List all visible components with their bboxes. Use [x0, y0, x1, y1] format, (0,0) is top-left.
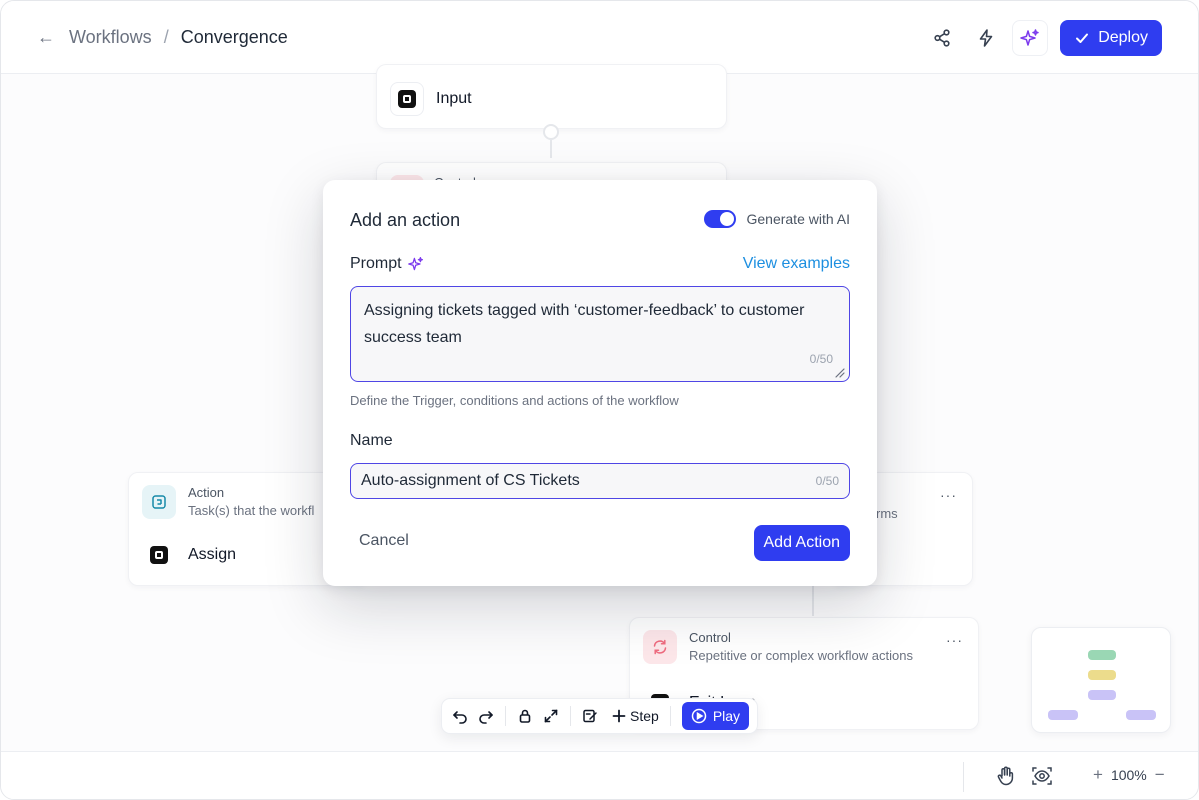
prompt-label: Prompt [350, 255, 424, 273]
pan-tool-button[interactable] [995, 765, 1017, 787]
add-action-modal: Add an action Generate with AI Prompt Vi… [323, 180, 877, 586]
name-char-counter: 0/50 [815, 474, 839, 488]
prompt-label-text: Prompt [350, 255, 402, 272]
add-step-button[interactable]: Step [608, 702, 663, 730]
add-step-label: Step [630, 708, 659, 724]
add-action-button[interactable]: Add Action [753, 525, 850, 561]
breadcrumb-workflows-link[interactable]: Workflows [69, 27, 152, 48]
app-window: ← Workflows / Convergence Deploy Input A… [0, 0, 1199, 800]
toggle-switch[interactable] [704, 210, 737, 228]
connector-line [812, 586, 814, 616]
prompt-char-counter: 0/50 [809, 352, 833, 366]
redo-icon [479, 711, 493, 724]
node-menu-icon[interactable]: ··· [940, 487, 957, 503]
zoom-out-icon[interactable]: − [1155, 765, 1165, 785]
prompt-value: Assigning tickets tagged with ‘customer-… [364, 302, 805, 346]
action-node-title: Action [188, 485, 225, 500]
action-node-item: Assign [188, 546, 237, 563]
bottom-status-bar: + 100% − [1, 751, 1198, 799]
action-type-icon [142, 485, 176, 519]
sparkle-icon [407, 256, 423, 271]
deploy-button[interactable]: Deploy [1060, 20, 1162, 56]
minimap-node [1126, 710, 1156, 720]
app-logo-icon [390, 82, 424, 116]
control-bottom-title: Control [689, 630, 731, 645]
play-icon [691, 708, 707, 724]
preview-button[interactable] [1031, 765, 1053, 787]
input-node-label: Input [436, 90, 472, 107]
eye-focus-icon [1032, 767, 1052, 785]
prompt-textarea[interactable]: Assigning tickets tagged with ‘customer-… [350, 286, 850, 382]
ai-assist-button[interactable] [1012, 20, 1049, 56]
play-button[interactable]: Play [681, 702, 750, 730]
generate-with-ai-label: Generate with AI [746, 211, 850, 227]
minimap-node [1088, 670, 1116, 680]
edit-note-icon [583, 709, 597, 723]
connector-line [550, 140, 552, 158]
connector-handle[interactable] [543, 124, 559, 140]
zoom-level: 100% [1110, 767, 1147, 783]
lock-icon [519, 709, 531, 723]
header-actions: Deploy [924, 20, 1162, 56]
lightning-icon [979, 29, 993, 47]
sparkle-icon [1020, 29, 1039, 46]
edit-button[interactable] [578, 702, 602, 730]
minimap-node [1088, 690, 1116, 700]
share-icon [934, 29, 950, 47]
generate-with-ai-toggle[interactable]: Generate with AI [704, 210, 850, 228]
name-input[interactable]: Auto-assignment of CS Tickets 0/50 [350, 463, 850, 499]
toolbar-divider [570, 706, 571, 726]
undo-icon [453, 711, 467, 724]
name-value: Auto-assignment of CS Tickets [361, 472, 580, 489]
fit-view-button[interactable] [539, 702, 563, 730]
breadcrumb-current-page: Convergence [180, 26, 288, 47]
undo-button[interactable] [448, 702, 472, 730]
view-examples-link[interactable]: View examples [743, 255, 850, 273]
control-bottom-subtitle: Repetitive or complex workflow actions [689, 648, 913, 663]
plus-icon [612, 709, 626, 723]
canvas-toolbar: Step Play [441, 698, 758, 734]
expand-icon [544, 709, 558, 723]
name-label: Name [350, 432, 393, 449]
deploy-label: Deploy [1098, 29, 1148, 46]
minimap-node [1048, 710, 1078, 720]
minimap[interactable] [1031, 627, 1171, 733]
hand-icon [997, 766, 1014, 786]
toolbar-divider [669, 706, 671, 726]
prompt-helper-text: Define the Trigger, conditions and actio… [350, 393, 679, 408]
zoom-controls: + 100% − [1093, 765, 1165, 785]
breadcrumb: ← Workflows / Convergence [37, 27, 288, 48]
trigger-button[interactable] [968, 20, 1004, 56]
cancel-button[interactable]: Cancel [359, 532, 409, 550]
action-node-subtitle: Task(s) that the workfl [188, 503, 315, 518]
toolbar-divider [505, 706, 506, 726]
redo-button[interactable] [474, 702, 498, 730]
lock-button[interactable] [513, 702, 537, 730]
assign-app-icon [142, 538, 176, 572]
play-label: Play [712, 708, 741, 724]
breadcrumb-separator: / [163, 26, 169, 47]
minimap-node [1088, 650, 1116, 660]
loop-icon [643, 630, 677, 664]
modal-title: Add an action [350, 210, 461, 230]
back-arrow-icon[interactable]: ← [37, 27, 55, 48]
check-icon [1076, 33, 1089, 43]
input-node[interactable]: Input [376, 64, 727, 129]
bottombar-divider [963, 762, 964, 792]
right-node-subtitle: rms [876, 506, 898, 521]
share-button[interactable] [924, 20, 960, 56]
resize-handle-icon[interactable] [833, 366, 845, 378]
node-menu-icon[interactable]: ··· [946, 632, 963, 648]
zoom-in-icon[interactable]: + [1093, 765, 1103, 785]
